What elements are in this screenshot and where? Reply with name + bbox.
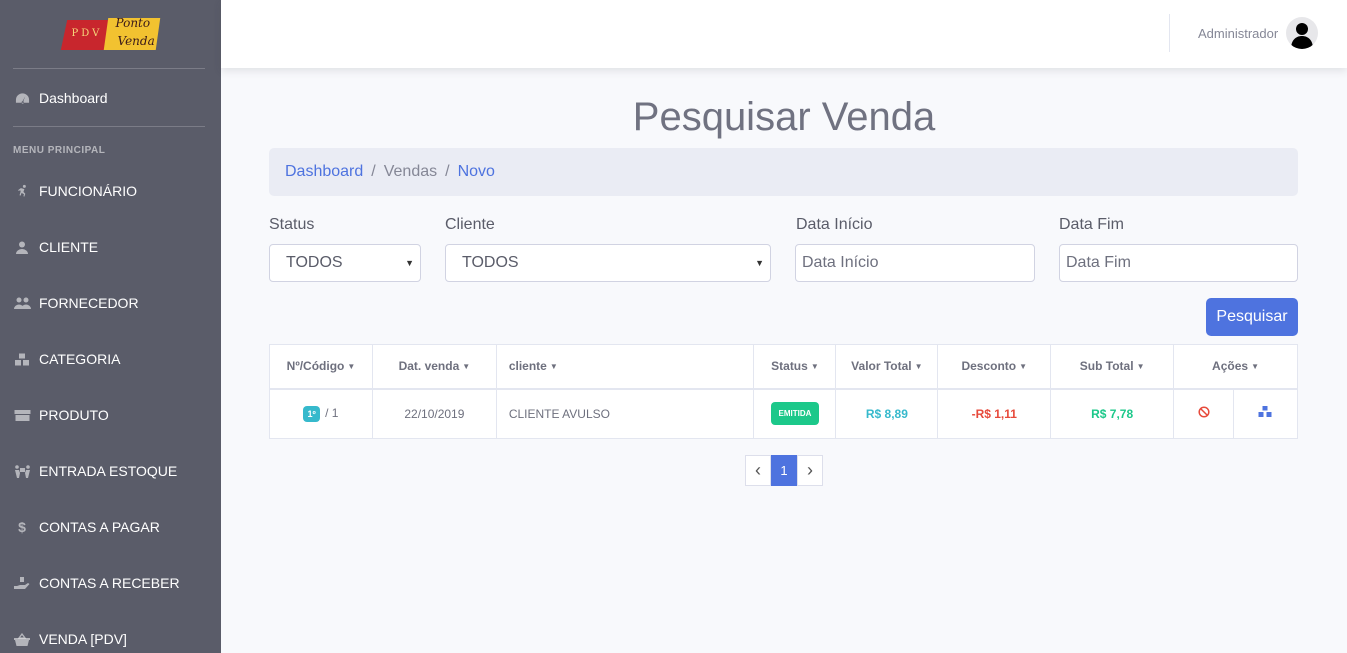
sidebar-item-label: CATEGORIA bbox=[39, 351, 121, 367]
breadcrumb-separator: / bbox=[445, 163, 450, 180]
col-header-data[interactable]: Dat. venda ▼ bbox=[371, 344, 497, 390]
cliente-select-value: TODOS bbox=[462, 254, 519, 271]
sidebar-item-cliente[interactable]: CLIENTE bbox=[0, 219, 221, 275]
sidebar-item-categoria[interactable]: CATEGORIA bbox=[0, 331, 221, 387]
search-button[interactable]: Pesquisar bbox=[1206, 298, 1298, 336]
data-inicio-input[interactable]: Data Início bbox=[795, 244, 1035, 282]
ban-icon[interactable] bbox=[1197, 406, 1210, 421]
tachometer-icon bbox=[13, 91, 31, 105]
sidebar-item-produto[interactable]: PRODUTO bbox=[0, 387, 221, 443]
status-select-value: TODOS bbox=[286, 254, 343, 271]
logo-pdv-text: PDV bbox=[71, 28, 103, 39]
chevron-down-icon: ▼ bbox=[549, 362, 558, 372]
pagination: ‹ 1 › bbox=[745, 455, 823, 486]
topbar: Administrador bbox=[221, 0, 1347, 68]
chevron-down-icon: ▼ bbox=[347, 362, 356, 372]
sidebar-item-contas-a-pagar[interactable]: $ CONTAS A PAGAR bbox=[0, 499, 221, 555]
sidebar-item-contas-a-receber[interactable]: CONTAS A RECEBER bbox=[0, 555, 221, 611]
user-icon bbox=[13, 240, 31, 254]
dollar-icon: $ bbox=[18, 519, 26, 535]
data-fim-input[interactable]: Data Fim bbox=[1059, 244, 1298, 282]
col-header-status[interactable]: Status ▼ bbox=[753, 344, 837, 390]
cubes-icon bbox=[13, 352, 31, 366]
data-fim-label: Data Fim bbox=[1059, 216, 1124, 233]
details-action[interactable] bbox=[1232, 388, 1299, 439]
logo-ponto-text: Ponto bbox=[115, 16, 151, 30]
user-name[interactable]: Administrador bbox=[1198, 26, 1278, 41]
sidebar-heading: MENU PRINCIPAL bbox=[13, 145, 106, 156]
table-row: 1º / 1 22/10/2019 CLIENTE AVULSO EMITIDA… bbox=[269, 388, 1299, 439]
chevron-down-icon: ▼ bbox=[810, 362, 819, 372]
cliente-select[interactable]: TODOS ▼ bbox=[445, 244, 771, 282]
chevron-down-icon: ▼ bbox=[405, 258, 414, 268]
sidebar-item-label: VENDA [PDV] bbox=[39, 631, 127, 647]
sidebar-item-funcionario[interactable]: FUNCIONÁRIO bbox=[0, 163, 221, 219]
sidebar-item-dashboard[interactable]: Dashboard bbox=[0, 69, 221, 126]
cubes-icon[interactable] bbox=[1258, 406, 1272, 421]
sidebar-item-label: FORNECEDOR bbox=[39, 295, 139, 311]
cell-sub-total: R$ 7,78 bbox=[1050, 388, 1175, 439]
sidebar-item-label: FUNCIONÁRIO bbox=[39, 183, 137, 199]
avatar[interactable] bbox=[1286, 17, 1318, 49]
status-badge: EMITIDA bbox=[770, 402, 820, 426]
brand-logo[interactable]: PDV Ponto Venda bbox=[60, 14, 160, 54]
sidebar-item-label: CONTAS A RECEBER bbox=[39, 575, 180, 591]
col-header-codigo[interactable]: Nº/Código ▼ bbox=[269, 344, 373, 390]
col-header-cliente[interactable]: cliente ▼ bbox=[495, 344, 755, 390]
chevron-down-icon: ▼ bbox=[914, 362, 923, 372]
chevron-down-icon: ▼ bbox=[462, 362, 471, 372]
status-label: Status bbox=[269, 216, 315, 233]
data-inicio-label: Data Início bbox=[796, 216, 873, 233]
users-icon bbox=[13, 296, 31, 310]
topbar-divider bbox=[1169, 14, 1170, 52]
data-fim-placeholder: Data Fim bbox=[1066, 254, 1131, 271]
sidebar-item-venda-pdv[interactable]: VENDA [PDV] bbox=[0, 611, 221, 653]
col-header-valor-total[interactable]: Valor Total ▼ bbox=[835, 344, 939, 390]
breadcrumb-dashboard-link[interactable]: Dashboard bbox=[285, 163, 363, 181]
sidebar-item-label: Dashboard bbox=[39, 89, 108, 106]
cliente-label: Cliente bbox=[445, 216, 495, 233]
cell-desconto: -R$ 1,11 bbox=[937, 388, 1052, 439]
sidebar: PDV Ponto Venda Dashboard MENU PRINCIPAL… bbox=[0, 0, 221, 653]
breadcrumb-vendas: Vendas bbox=[383, 163, 438, 180]
table-header-row: Nº/Código ▼ Dat. venda ▼ cliente ▼ Status ▼ … bbox=[269, 344, 1298, 390]
breadcrumb-separator: / bbox=[371, 163, 376, 180]
hand-holding-icon bbox=[13, 576, 31, 590]
sidebar-item-label: ENTRADA ESTOQUE bbox=[39, 463, 178, 479]
col-header-acoes[interactable]: Ações ▼ bbox=[1173, 344, 1298, 390]
chevron-down-icon: ▼ bbox=[755, 258, 764, 268]
cell-data: 22/10/2019 bbox=[371, 388, 497, 439]
cell-valor-total: R$ 8,89 bbox=[835, 388, 939, 439]
breadcrumb-novo-link[interactable]: Novo bbox=[458, 163, 495, 181]
sales-table: Nº/Código ▼ Dat. venda ▼ cliente ▼ Status ▼ … bbox=[269, 344, 1299, 439]
sidebar-item-fornecedor[interactable]: FORNECEDOR bbox=[0, 275, 221, 331]
col-header-desconto[interactable]: Desconto ▼ bbox=[937, 344, 1052, 390]
logo-venda-text: Venda bbox=[117, 34, 155, 48]
breadcrumb: Dashboard / Vendas / Novo bbox=[269, 148, 1298, 196]
col-header-sub-total[interactable]: Sub Total ▼ bbox=[1050, 344, 1175, 390]
brand[interactable]: PDV Ponto Venda bbox=[0, 0, 221, 68]
sidebar-item-label: CONTAS A PAGAR bbox=[39, 519, 160, 535]
order-number-badge: 1º bbox=[303, 405, 320, 422]
cell-status: EMITIDA bbox=[753, 388, 837, 439]
chevron-down-icon: ▼ bbox=[1251, 362, 1259, 372]
sidebar-item-entrada-estoque[interactable]: ENTRADA ESTOQUE bbox=[0, 443, 221, 499]
pagination-page-1[interactable]: 1 bbox=[771, 455, 797, 486]
data-inicio-placeholder: Data Início bbox=[802, 254, 879, 271]
pagination-next[interactable]: › bbox=[797, 455, 823, 486]
cancel-action[interactable] bbox=[1173, 388, 1234, 439]
running-icon bbox=[13, 184, 31, 198]
page-title: Pesquisar Venda bbox=[632, 95, 936, 139]
basket-icon bbox=[13, 632, 31, 646]
chevron-down-icon: ▼ bbox=[1019, 362, 1028, 372]
box-icon bbox=[13, 408, 31, 422]
cell-cliente: CLIENTE AVULSO bbox=[495, 388, 755, 439]
people-carry-icon bbox=[13, 464, 31, 478]
sidebar-item-label: CLIENTE bbox=[39, 239, 99, 255]
status-select[interactable]: TODOS ▼ bbox=[269, 244, 421, 282]
cell-codigo: 1º / 1 bbox=[269, 388, 373, 439]
sidebar-item-label: PRODUTO bbox=[39, 407, 109, 423]
chevron-down-icon: ▼ bbox=[1136, 362, 1145, 372]
pagination-prev[interactable]: ‹ bbox=[745, 455, 771, 486]
